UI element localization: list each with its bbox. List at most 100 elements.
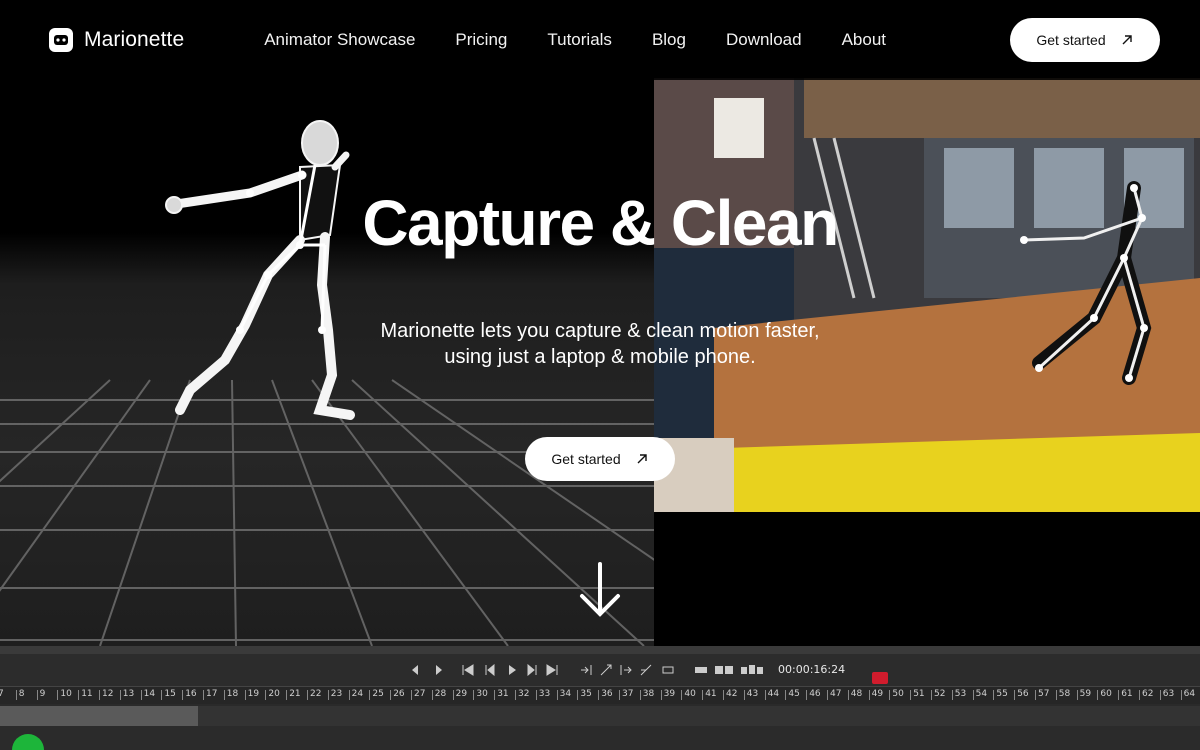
ruler-tick: 58 xyxy=(1055,689,1071,700)
nav-get-started-button[interactable]: Get started xyxy=(1010,18,1160,62)
ruler-tick: 41 xyxy=(702,689,717,700)
loop-icon[interactable] xyxy=(662,664,674,676)
brand-name: Marionette xyxy=(84,28,185,51)
marionette-logo-icon xyxy=(49,28,73,52)
ruler-tick: 33 xyxy=(535,689,551,700)
nav-link-blog[interactable]: Blog xyxy=(652,30,686,50)
ruler-tick: 48 xyxy=(847,689,863,700)
ruler-tick: 8 xyxy=(15,689,25,700)
ruler-tick: 46 xyxy=(806,689,821,700)
3d-skeleton-figure xyxy=(165,120,355,420)
timeline-ruler[interactable]: 7 8 9 10 11 12 13 14 15 16 17 18 19 20 21 22 23 24 25 26 27 2… xyxy=(0,686,1200,704)
ruler-tick: 53 xyxy=(951,689,967,700)
ruler-tick: 26 xyxy=(390,689,405,700)
hero-subtitle: Marionette lets you capture & clean moti… xyxy=(0,318,1200,370)
ruler-tick: 23 xyxy=(327,689,343,700)
nav-link-animator-showcase[interactable]: Animator Showcase xyxy=(264,30,415,50)
ruler-tick: 29 xyxy=(452,689,468,700)
ruler-tick: 44 xyxy=(764,689,780,700)
animation-timeline: 00:00:16:24 7 8 9 10 11 12 13 14 15 16 17 18 19 20 21 2… xyxy=(0,646,1200,750)
tracks-icon[interactable] xyxy=(740,664,764,676)
ruler-tick: 45 xyxy=(785,689,800,700)
ruler-tick: 62 xyxy=(1138,689,1154,700)
ruler-tick: 50 xyxy=(889,689,904,700)
ruler-tick: 10 xyxy=(57,689,72,700)
ruler-tick: 38 xyxy=(639,689,655,700)
ruler-tick: 19 xyxy=(244,689,260,700)
ruler-tick: 49 xyxy=(868,689,884,700)
skip-start-icon[interactable] xyxy=(462,664,474,676)
ruler-tick: 32 xyxy=(514,689,530,700)
ruler-tick: 25 xyxy=(369,689,384,700)
nav-link-tutorials[interactable]: Tutorials xyxy=(547,30,612,50)
ruler-tick: 30 xyxy=(473,689,488,700)
ruler-tick: 39 xyxy=(660,689,676,700)
ruler-tick: 28 xyxy=(431,689,447,700)
nav-link-about[interactable]: About xyxy=(842,30,886,50)
out-point-icon[interactable] xyxy=(620,664,632,676)
ruler-tick: 12 xyxy=(98,689,114,700)
smooth-icon[interactable] xyxy=(640,664,652,676)
ruler-tick: 11 xyxy=(78,689,93,700)
step-back-icon[interactable] xyxy=(484,664,496,676)
play-status-icon[interactable] xyxy=(12,734,44,750)
hero-get-started-label: Get started xyxy=(551,451,621,467)
ruler-tick: 64 xyxy=(1180,689,1196,700)
ruler-tick: 18 xyxy=(223,689,239,700)
hero-subtitle-line-2: using just a laptop & mobile phone. xyxy=(444,346,756,368)
arrow-up-right-icon xyxy=(1122,35,1132,45)
skip-end-icon[interactable] xyxy=(546,664,558,676)
in-point-icon[interactable] xyxy=(580,664,592,676)
ruler-tick: 15 xyxy=(161,689,176,700)
ruler-tick: 37 xyxy=(618,689,634,700)
ruler-tick: 51 xyxy=(910,689,925,700)
ruler-tick: 52 xyxy=(930,689,946,700)
nav-get-started-label: Get started xyxy=(1036,32,1106,48)
ruler-tick: 55 xyxy=(993,689,1008,700)
top-navigation-bar: Marionette Animator Showcase Pricing Tut… xyxy=(0,0,1200,80)
ruler-tick: 21 xyxy=(286,689,301,700)
timeline-toolbar: 00:00:16:24 xyxy=(0,654,1200,686)
view-mode-icon[interactable] xyxy=(694,664,708,676)
ruler-tick: 54 xyxy=(972,689,988,700)
ruler-tick: 61 xyxy=(1118,689,1133,700)
ruler-tick: 34 xyxy=(556,689,572,700)
reference-video-frame xyxy=(654,78,1200,512)
layers-icon[interactable] xyxy=(714,664,734,676)
ruler-tick: 43 xyxy=(743,689,759,700)
step-forward-icon[interactable] xyxy=(526,664,538,676)
ruler-tick: 35 xyxy=(577,689,592,700)
hero-title: Capture & Clean xyxy=(362,187,839,259)
arrow-up-right-icon xyxy=(637,454,647,464)
record-icon[interactable] xyxy=(872,672,888,684)
ruler-tick: 7 xyxy=(0,689,4,699)
brand-home-link[interactable]: Marionette xyxy=(48,27,184,53)
key-prev-icon[interactable] xyxy=(410,664,422,676)
ruler-tick: 42 xyxy=(722,689,738,700)
ruler-tick: 31 xyxy=(494,689,509,700)
ruler-tick: 27 xyxy=(410,689,426,700)
timeline-scrub-progress[interactable] xyxy=(0,706,198,726)
timecode-display: 00:00:16:24 xyxy=(778,663,846,676)
arrow-down-icon[interactable] xyxy=(578,560,622,620)
ruler-tick: 14 xyxy=(140,689,156,700)
ruler-tick: 60 xyxy=(1097,689,1112,700)
ruler-tick: 24 xyxy=(348,689,364,700)
hero-subtitle-line-1: Marionette lets you capture & clean moti… xyxy=(380,320,820,342)
nav-link-download[interactable]: Download xyxy=(726,30,802,50)
hero-get-started-button[interactable]: Get started xyxy=(525,437,675,481)
ruler-tick: 13 xyxy=(119,689,135,700)
ruler-tick: 59 xyxy=(1076,689,1092,700)
ruler-tick: 36 xyxy=(598,689,613,700)
ruler-tick: 47 xyxy=(826,689,842,700)
curve-icon[interactable] xyxy=(600,664,612,676)
ruler-tick: 40 xyxy=(681,689,696,700)
key-next-icon[interactable] xyxy=(432,664,444,676)
timeline-scrub-track[interactable] xyxy=(0,706,1200,726)
play-icon[interactable] xyxy=(506,664,518,676)
ruler-tick: 56 xyxy=(1014,689,1029,700)
nav-link-pricing[interactable]: Pricing xyxy=(455,30,507,50)
ruler-tick: 9 xyxy=(36,689,46,700)
timeline-track-area xyxy=(0,726,1200,750)
ruler-tick: 17 xyxy=(202,689,218,700)
